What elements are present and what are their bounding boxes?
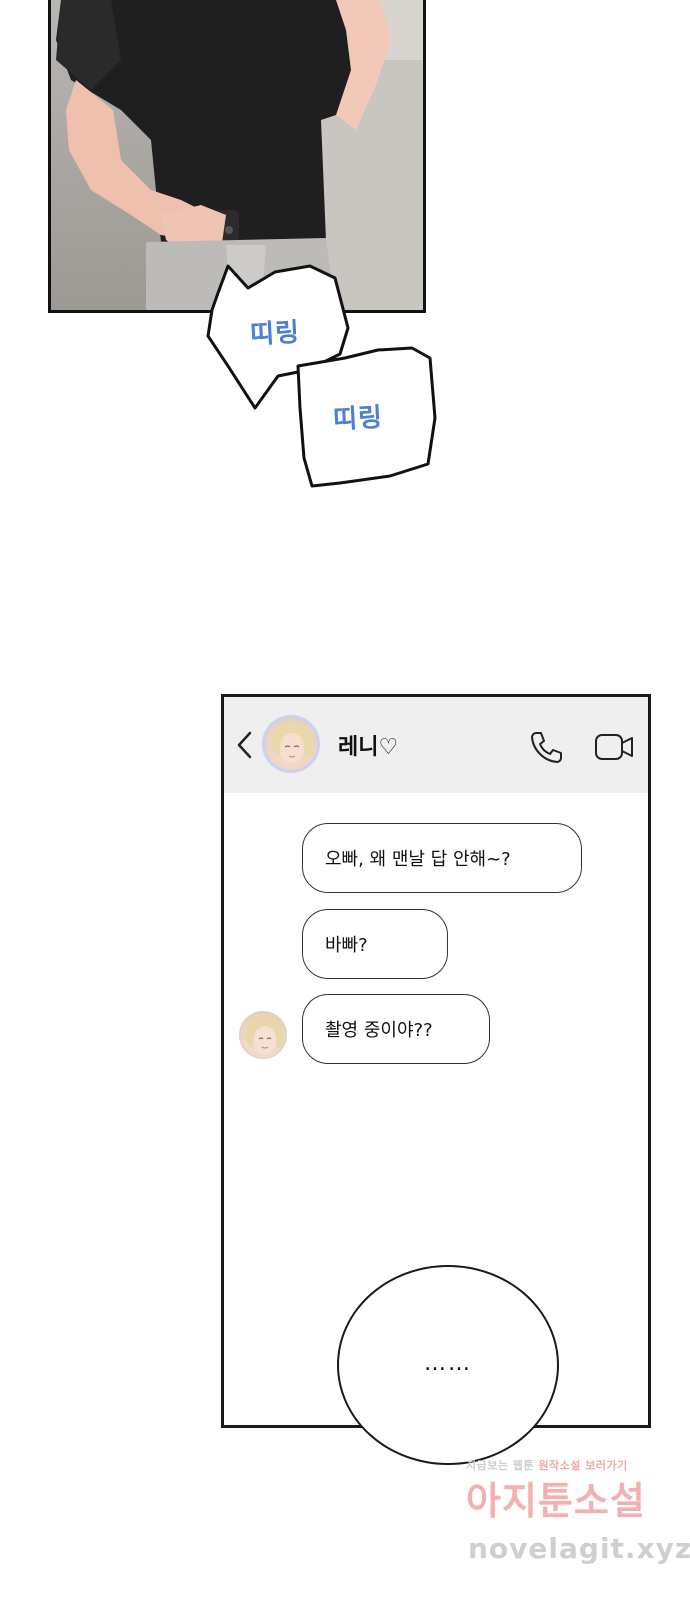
message-text-3: 촬영 중이야?? <box>325 1020 433 1041</box>
chat-header: 레니♡ <box>224 697 648 793</box>
message-text-1: 오빠, 왜 맨날 답 안해~? <box>325 849 511 870</box>
message-text-2: 바빠? <box>325 935 368 956</box>
sfx-text-2: 띠링 <box>332 402 384 436</box>
contact-avatar[interactable] <box>262 715 320 773</box>
watermark-brand[interactable]: 아지툰소설 <box>466 1470 646 1525</box>
contact-name: 레니♡ <box>338 735 399 760</box>
message-bubble-2: 바빠? <box>302 909 448 979</box>
avatar-portrait <box>271 723 312 763</box>
sender-avatar[interactable] <box>239 1011 287 1059</box>
message-bubble-1: 오빠, 왜 맨날 답 안해~? <box>302 823 582 893</box>
message-bubble-3: 촬영 중이야?? <box>302 994 490 1064</box>
thought-text: …… <box>424 1351 472 1376</box>
watermark-url[interactable]: novelagit.xyz <box>468 1532 690 1565</box>
thought-bubble: …… <box>337 1265 559 1465</box>
video-call-icon[interactable] <box>594 733 636 761</box>
phone-icon[interactable] <box>528 729 564 765</box>
sfx-bubbles <box>206 264 437 488</box>
back-chevron-icon[interactable] <box>234 730 256 760</box>
sfx-text-1: 띠링 <box>249 317 301 351</box>
sender-avatar-portrait <box>245 1016 283 1054</box>
